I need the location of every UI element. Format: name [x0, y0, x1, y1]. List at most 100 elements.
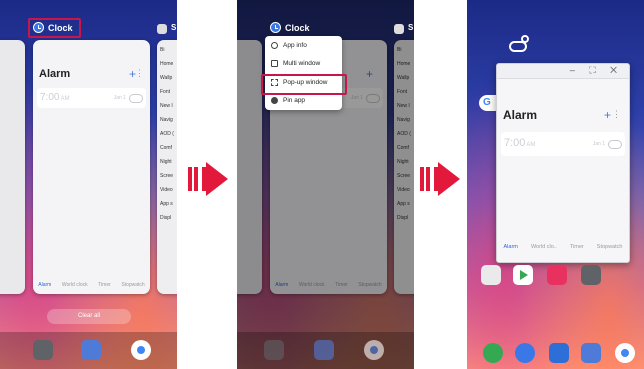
- popup-window-controls[interactable]: – ⛶ ✕: [570, 65, 623, 76]
- add-alarm-icon[interactable]: +: [604, 108, 611, 122]
- settings-gear-icon[interactable]: [581, 265, 601, 285]
- alarm-item[interactable]: 7:00AM Jan 1: [37, 88, 146, 108]
- clear-all-button[interactable]: Clear all: [47, 309, 131, 324]
- recent-card-left[interactable]: [0, 40, 25, 294]
- settings-app-icon[interactable]: [157, 23, 176, 34]
- popup-window[interactable]: – ⛶ ✕ Alarm + ⋮ 7:00AM Jan 1 Alarm World…: [496, 63, 630, 263]
- menu-item-app-info[interactable]: App info: [265, 37, 342, 54]
- chrome-icon[interactable]: [131, 340, 151, 360]
- settings-item: Bi: [160, 47, 165, 53]
- settings-item: Video: [160, 187, 173, 193]
- settings-item: Font: [397, 89, 408, 95]
- alarm-day: Jan 1: [113, 95, 126, 101]
- settings-item: Video: [397, 187, 410, 193]
- phone-icon[interactable]: [483, 343, 503, 363]
- menu-item-label: Pin app: [283, 97, 306, 104]
- tab-alarm[interactable]: Alarm: [275, 282, 288, 288]
- tab-world-clock[interactable]: World clock: [62, 282, 88, 288]
- alarm-day: Jan 1: [592, 141, 605, 147]
- tab-stopwatch[interactable]: Stopwatch: [597, 244, 623, 250]
- alarm-toggle[interactable]: [608, 140, 622, 149]
- app-folder-icon[interactable]: [481, 265, 501, 285]
- multi-window-icon: [271, 60, 278, 67]
- weather-icon[interactable]: [507, 34, 533, 54]
- step-arrow-icon: [420, 162, 466, 196]
- settings-item: Night: [397, 159, 409, 165]
- alarm-time: 7:00AM: [40, 92, 70, 103]
- settings-item: AOD (: [160, 131, 174, 137]
- google-icon: G: [483, 97, 491, 108]
- recent-card-settings[interactable]: Bi Home Wallp Font New I Navig AOD ( Com…: [394, 40, 414, 294]
- menu-item-multi-window[interactable]: Multi window: [265, 55, 342, 72]
- settings-item: Scree: [397, 173, 411, 179]
- app-context-menu: App info Multi window Pop-up window Pin …: [265, 36, 342, 110]
- alarm-day: Jan 1: [350, 95, 363, 101]
- home-screen-popup: G – ⛶ ✕ Alarm + ⋮ 7:00AM Jan 1 Alarm Wor…: [467, 0, 644, 369]
- settings-item: Navig: [397, 117, 410, 123]
- settings-app-icon[interactable]: [394, 23, 413, 34]
- settings-item: Scree: [160, 173, 174, 179]
- step-arrow-icon: [188, 162, 234, 196]
- settings-item: App s: [397, 201, 410, 207]
- more-icon[interactable]: ⋮: [612, 109, 621, 120]
- gallery-icon[interactable]: [581, 343, 601, 363]
- settings-item: New I: [160, 103, 173, 109]
- settings-list: Bi Home Wallp Font New I Navig AOD ( Com…: [397, 48, 411, 230]
- clock-tabs: Alarm World clock Timer Stopwatch: [33, 282, 150, 288]
- tab-stopwatch[interactable]: Stopwatch: [358, 282, 381, 288]
- gallery-icon[interactable]: [314, 340, 334, 360]
- tab-timer[interactable]: Timer: [335, 282, 348, 288]
- chrome-icon[interactable]: [615, 343, 635, 363]
- settings-item: Night: [160, 159, 172, 165]
- info-icon: [271, 42, 278, 49]
- alarm-toggle[interactable]: [129, 94, 143, 103]
- more-icon[interactable]: ⋮: [135, 68, 144, 79]
- settings-item: App s: [160, 201, 173, 207]
- alarm-item[interactable]: 7:00AM Jan 1: [501, 132, 625, 156]
- settings-item: Home: [160, 61, 174, 67]
- app-name: Clock: [285, 22, 310, 33]
- settings-item: Displ: [160, 215, 172, 221]
- settings-item: Comf: [397, 145, 409, 151]
- app-header-clock[interactable]: Clock: [270, 22, 310, 33]
- camera-icon[interactable]: [549, 343, 569, 363]
- highlight-box: [261, 74, 347, 95]
- recents-screen: Alarm + ⋮ 7:00AM Jan 1 Alarm World clock…: [0, 0, 177, 369]
- highlight-box: [28, 18, 81, 38]
- settings-item: Navig: [160, 117, 173, 123]
- recent-card-clock[interactable]: Alarm + ⋮ 7:00AM Jan 1 Alarm World clock…: [33, 40, 150, 294]
- chrome-icon[interactable]: [364, 340, 384, 360]
- clock-tabs: Alarm World clock Timer Stopwatch: [270, 282, 387, 288]
- messages-icon[interactable]: [515, 343, 535, 363]
- settings-item: Displ: [397, 215, 409, 221]
- tab-stopwatch[interactable]: Stopwatch: [121, 282, 144, 288]
- recent-card-left[interactable]: [237, 40, 262, 294]
- menu-item-label: App info: [283, 42, 307, 49]
- settings-item: Home: [397, 61, 411, 67]
- tab-timer[interactable]: Timer: [570, 244, 584, 250]
- settings-gear-icon[interactable]: [264, 340, 284, 360]
- alarm-title: Alarm: [39, 68, 71, 80]
- pen-app-icon[interactable]: [547, 265, 567, 285]
- add-alarm-icon[interactable]: +: [366, 67, 373, 81]
- recents-menu-screen: Alarm + 7:00AM Jan 1 Alarm World clock T…: [237, 0, 414, 369]
- settings-item: Wallp: [397, 75, 410, 81]
- tab-world-clock[interactable]: World clo..: [531, 244, 557, 250]
- gallery-icon[interactable]: [81, 340, 101, 360]
- settings-item: Comf: [160, 145, 172, 151]
- settings-item: New I: [397, 103, 410, 109]
- recent-card-settings[interactable]: Bi Home Wallp Font New I Navig AOD ( Com…: [157, 40, 177, 294]
- settings-gear-icon[interactable]: [33, 340, 53, 360]
- alarm-toggle[interactable]: [366, 94, 380, 103]
- pin-icon: [271, 97, 278, 104]
- play-store-icon[interactable]: [513, 265, 533, 285]
- tab-timer[interactable]: Timer: [98, 282, 111, 288]
- tab-alarm[interactable]: Alarm: [38, 282, 51, 288]
- tab-world-clock[interactable]: World clock: [299, 282, 325, 288]
- clock-tabs: Alarm World clo.. Timer Stopwatch: [497, 244, 629, 250]
- settings-item: Bi: [397, 47, 402, 53]
- popup-title-bar[interactable]: – ⛶ ✕: [497, 64, 629, 79]
- settings-item: Font: [160, 89, 171, 95]
- tab-alarm[interactable]: Alarm: [504, 244, 518, 250]
- alarm-time: 7:00AM: [504, 137, 536, 149]
